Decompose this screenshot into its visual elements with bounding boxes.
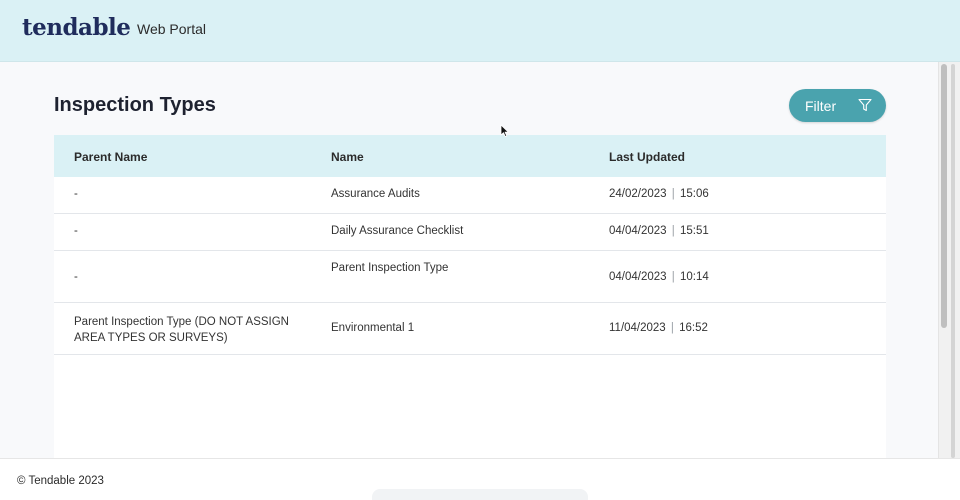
column-header-name[interactable]: Name (331, 150, 364, 164)
cell-last-updated: 24/02/2023 | 15:06 (609, 188, 709, 200)
mouse-pointer-icon (500, 124, 509, 137)
vertical-scrollbar-thumb[interactable] (941, 64, 947, 328)
cell-last-updated: 04/04/2023 | 10:14 (609, 271, 709, 283)
footer-shadow-decoration (372, 489, 588, 500)
app-footer: © Tendable 2023 (0, 458, 960, 500)
cell-time: 16:52 (679, 322, 708, 334)
cell-time: 10:14 (679, 271, 709, 283)
main-content: Inspection Types Filter Parent Name Name… (0, 62, 938, 458)
table-row[interactable]: - Parent Inspection Type 04/04/2023 | 10… (54, 251, 886, 303)
cell-name: Environmental 1 (331, 322, 415, 334)
table-row[interactable]: - Assurance Audits 24/02/2023 | 15:06 (54, 177, 886, 214)
cell-date: 04/04/2023 (609, 271, 667, 283)
cell-parent-name: - (74, 188, 78, 200)
cell-name: Parent Inspection Type (331, 262, 449, 274)
inspection-types-table: Parent Name Name Last Updated - Assuranc… (54, 135, 886, 458)
cell-date: 11/04/2023 (609, 322, 666, 334)
cell-parent-name: - (74, 271, 78, 283)
cell-time: 15:51 (679, 225, 709, 237)
outer-scrollbar-thumb[interactable] (951, 64, 955, 458)
cell-name: Assurance Audits (331, 188, 420, 200)
column-header-last-updated[interactable]: Last Updated (609, 150, 685, 164)
filter-button[interactable]: Filter (789, 89, 886, 122)
cell-date: 24/02/2023 (609, 188, 667, 200)
cell-date: 04/04/2023 (609, 225, 667, 237)
cell-parent-name: Parent Inspection Type (DO NOT ASSIGN AR… (74, 316, 289, 344)
cell-parent-name: - (74, 225, 78, 237)
cell-last-updated: 04/04/2023 | 15:51 (609, 225, 709, 237)
copyright-text: © Tendable 2023 (17, 475, 104, 487)
date-time-separator: | (671, 225, 675, 237)
app-header: tendable Web Portal (0, 0, 960, 62)
cell-name: Daily Assurance Checklist (331, 225, 464, 237)
portal-title: Web Portal (137, 21, 206, 37)
filter-button-label: Filter (805, 97, 837, 114)
date-time-separator: | (671, 188, 675, 200)
date-time-separator: | (670, 322, 674, 334)
table-row[interactable]: Parent Inspection Type (DO NOT ASSIGN AR… (54, 303, 886, 355)
cell-time: 15:06 (679, 188, 709, 200)
table-row[interactable]: - Daily Assurance Checklist 04/04/2023 |… (54, 214, 886, 251)
date-time-separator: | (671, 271, 675, 283)
column-header-parent-name[interactable]: Parent Name (74, 150, 147, 164)
page-title: Inspection Types (54, 94, 216, 116)
table-header: Parent Name Name Last Updated (54, 135, 886, 177)
filter-funnel-icon (858, 98, 872, 112)
cell-last-updated: 11/04/2023 | 16:52 (609, 322, 708, 334)
tendable-logo[interactable]: tendable (22, 14, 131, 41)
